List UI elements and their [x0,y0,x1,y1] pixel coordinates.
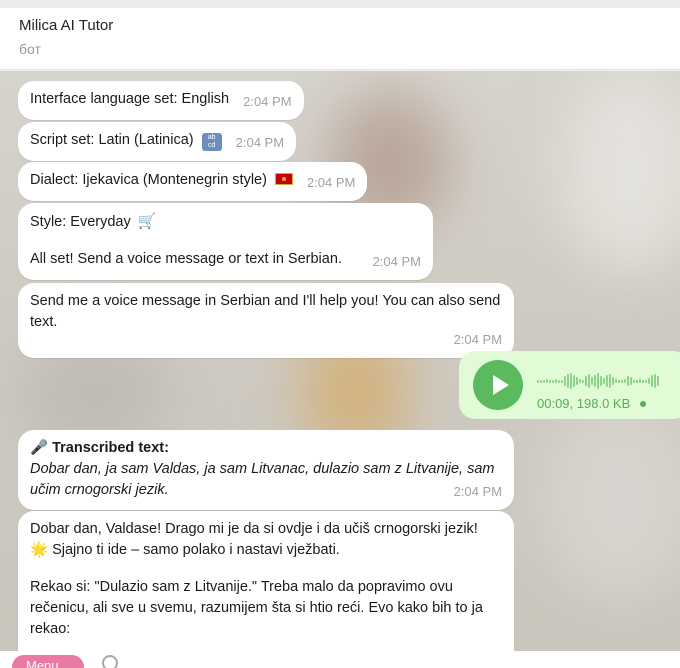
chat-title: Milica AI Tutor [19,17,114,34]
chat-area[interactable]: Interface language set: English 2:04 PM … [0,71,680,651]
message-bubble: Send me a voice message in Serbian and I… [18,283,514,358]
waveform-bar [621,379,623,383]
waveform-bar [630,377,632,385]
waveform-bar [558,379,560,383]
voice-meta: 00:09, 198.0 KB [537,396,646,411]
message-bubble: 🎤 Transcribed text: Dobar dan, ja sam Va… [18,430,514,510]
sparkle-icon: 🌟 [30,542,49,559]
waveform-bar [654,374,656,388]
waveform-bar [579,379,581,383]
message-text: Send me a voice message in Serbian and I… [30,293,501,331]
waveform-bar [645,379,647,383]
waveform-bar [633,379,635,383]
waveform-bar [618,379,620,383]
chat-status: бот [19,41,41,57]
reply-text: Rekao si: "Dulazio sam z Litvanije." Tre… [30,579,483,638]
attach-icon[interactable] [102,655,118,668]
voice-duration: 00:09 [537,396,570,411]
waveform-bar [540,379,542,383]
message-text: Interface language set: English [30,91,230,107]
play-icon[interactable] [473,360,523,410]
waveform-bar [615,379,617,383]
transcribed-label: Transcribed text: [52,440,169,456]
flag-montenegro-icon [274,173,293,185]
message-text: Dialect: Ijekavica (Montenegrin style) [30,172,267,188]
message-time: 2:04 PM [235,135,285,150]
menu-button[interactable]: Menu [12,655,84,668]
message-time: 2:04 PM [453,332,502,348]
shopping-cart-icon: 🛒 [137,213,157,230]
composer-bar: Menu [0,651,680,668]
top-strip [0,0,680,8]
reply-text: Sjajno ti ide – samo polako i nastavi vj… [52,542,340,559]
waveform-bar [642,379,644,383]
message-text: Script set: Latin (Latinica) [30,132,194,148]
waveform-bar [597,373,599,389]
waveform-bar [564,376,566,386]
message-bubble: Style: Everyday 🛒 All set! Send a voice … [18,203,433,280]
waveform-bar [591,377,593,385]
waveform-bar [603,378,605,384]
waveform-bar [552,379,554,383]
message-time: 2:04 PM [306,175,356,190]
abcd-icon: ab cd [201,133,222,151]
voice-size: 198.0 KB [576,396,631,411]
waveform-bar [636,379,638,383]
message-time: 2:04 PM [243,94,292,109]
voice-message-bubble[interactable]: 00:09, 198.0 KB [459,351,680,419]
waveform-bar [582,379,584,383]
waveform-bar [624,379,626,383]
waveform-bar [600,376,602,386]
background-blur [560,71,680,271]
unplayed-dot-icon [639,401,646,407]
waveform-bar [627,376,629,386]
chat-header[interactable]: Milica AI Tutor бот [0,8,680,70]
waveform-bar [576,377,578,385]
waveform-bar [657,376,659,386]
waveform-bar [570,373,572,389]
waveform[interactable] [537,371,659,391]
waveform-bar [573,375,575,387]
message-text: Style: Everyday [30,214,131,230]
background-blur [540,401,680,601]
waveform-bar [639,379,641,383]
waveform-bar [609,374,611,388]
waveform-bar [648,378,650,384]
message-bubble: Script set: Latin (Latinica) ab cd 2:04 P… [18,122,297,161]
message-bubble: Dobar dan, Valdase! Drago mi je da si ov… [18,511,514,651]
waveform-bar [567,374,569,388]
waveform-bar [561,379,563,383]
waveform-bar [543,379,545,383]
waveform-bar [651,375,653,387]
waveform-bar [537,379,539,383]
reply-text: Dobar dan, Valdase! Drago mi je da si ov… [30,521,478,537]
message-bubble: Interface language set: English 2:04 PM [18,81,304,120]
waveform-bar [549,379,551,383]
message-text: All set! Send a voice message or text in… [30,251,342,268]
waveform-bar [588,374,590,388]
waveform-bar [546,379,548,383]
microphone-icon: 🎤 [30,440,49,456]
waveform-bar [555,379,557,383]
waveform-bar [606,375,608,387]
message-bubble: Dialect: Ijekavica (Montenegrin style) 2… [18,162,368,201]
waveform-bar [585,376,587,386]
waveform-bar [612,377,614,385]
message-time: 2:04 PM [372,254,421,270]
waveform-bar [594,375,596,387]
